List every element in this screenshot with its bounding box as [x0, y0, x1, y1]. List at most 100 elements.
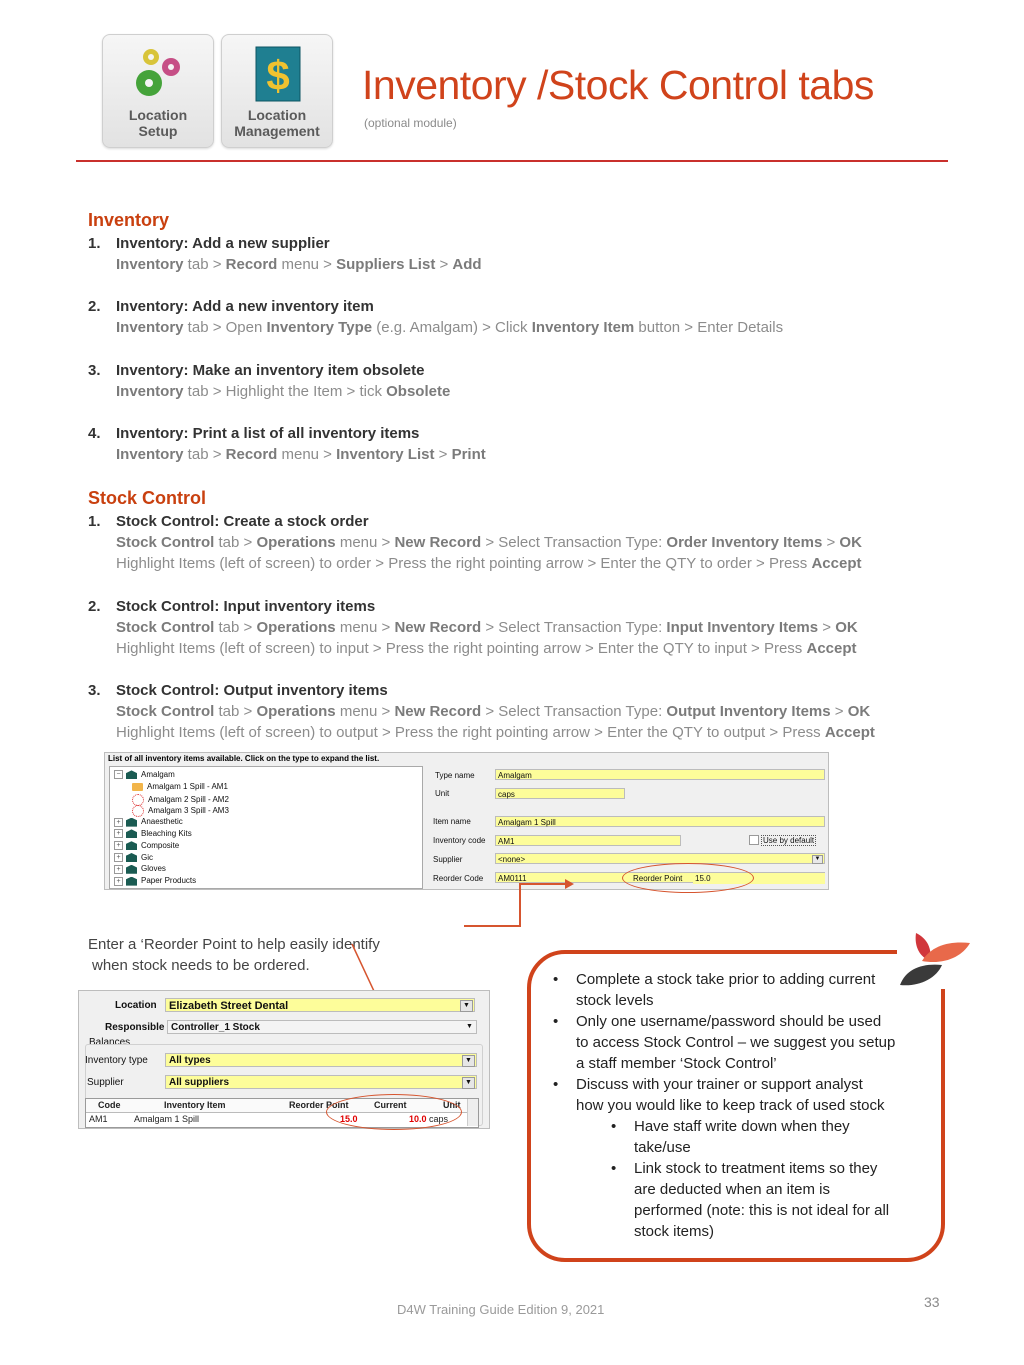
chevron-down-icon[interactable]: ▼ — [464, 1022, 475, 1032]
bullet-icon: • — [553, 971, 559, 988]
item-icon — [132, 793, 144, 806]
path-keyword: Inventory — [116, 256, 184, 273]
chevron-down-icon[interactable]: ▼ — [462, 1055, 475, 1067]
path-text: > — [435, 256, 453, 273]
tree-caption: List of all inventory items available. C… — [108, 754, 380, 763]
path-keyword: Stock Control — [116, 534, 215, 551]
dollar-ledger-icon: $ — [222, 43, 332, 103]
inventory-code-field[interactable]: AM1 — [495, 835, 681, 846]
tree-node[interactable]: + Paper Products — [114, 876, 196, 886]
use-by-default-checkbox[interactable] — [749, 835, 759, 845]
location-management-tile[interactable]: $ Location Management — [221, 34, 333, 148]
arrow-head-icon — [565, 879, 574, 889]
path-keyword: Order Inventory Items — [666, 534, 823, 551]
cell-item: Amalgam 1 Spill — [134, 1114, 200, 1124]
tree-node-label: Gloves — [141, 864, 166, 874]
sub-bullet-text: Have staff write down when they — [634, 1118, 850, 1135]
column-header[interactable]: Inventory Item — [164, 1100, 226, 1110]
inventory-tree[interactable]: − Amalgam Amalgam 1 Spill - AM1 Amalgam 2 S… — [109, 766, 423, 889]
step-number: 3. — [88, 682, 101, 699]
cell-code: AM1 — [89, 1114, 108, 1124]
path-text: > Select Transaction Type: — [481, 618, 667, 636]
item-name-field[interactable]: Amalgam 1 Spill — [495, 816, 825, 827]
bullet-text: Discuss with your trainer or support ana… — [576, 1076, 863, 1093]
supplier-label: Supplier — [433, 855, 463, 864]
tree-node[interactable]: + Gloves — [114, 864, 166, 874]
tree-node-label: Amalgam 2 Spill - AM2 — [148, 794, 229, 804]
tile-label: Management — [234, 123, 320, 139]
note-line: Enter a ‘Reorder Point to help easily id… — [88, 936, 380, 953]
expand-icon[interactable]: + — [114, 817, 123, 827]
bullet-text: Complete a stock take prior to adding cu… — [576, 971, 876, 988]
tree-node[interactable]: Amalgam 2 Spill - AM2 — [132, 793, 229, 806]
category-icon — [126, 864, 137, 874]
path-keyword: New Record — [394, 534, 482, 551]
path-keyword: Stock Control — [116, 618, 215, 636]
unit-label: Unit — [435, 789, 450, 798]
expand-icon[interactable]: + — [114, 876, 123, 886]
tree-node[interactable]: + Anaesthetic — [114, 817, 183, 827]
supplier-select[interactable]: All suppliers ▼ — [165, 1075, 477, 1089]
category-icon — [126, 817, 137, 827]
chevron-down-icon[interactable]: ▼ — [460, 1000, 473, 1012]
step-path: Inventory tab > Record menu > Suppliers … — [116, 254, 482, 275]
tree-node-label: Amalgam — [141, 770, 175, 779]
step-title: Stock Control: Input inventory items — [116, 597, 376, 615]
chevron-down-icon[interactable]: ▼ — [462, 1077, 475, 1089]
path-text: (e.g. Amalgam) > Click — [372, 319, 532, 337]
step-path: Highlight Items (left of screen) to inpu… — [116, 638, 857, 659]
expand-icon[interactable]: + — [114, 852, 123, 862]
category-icon — [126, 770, 137, 780]
location-setup-tile[interactable]: Location Setup — [102, 34, 214, 148]
bullet-text: how you would like to keep track of used… — [576, 1097, 885, 1114]
path-keyword: New Record — [394, 618, 482, 636]
table-scrollbar[interactable] — [467, 1099, 478, 1126]
collapse-icon[interactable]: − — [114, 770, 123, 780]
chevron-down-icon[interactable]: ▼ — [812, 855, 823, 864]
tree-node[interactable]: + Bleaching Kits — [114, 829, 192, 839]
responsible-value: Controller_1 Stock — [171, 1022, 260, 1033]
type-name-field[interactable]: Amalgam — [495, 769, 825, 780]
bullet-text: stock levels — [576, 992, 654, 1009]
inventory-type-value: All types — [169, 1055, 211, 1066]
gears-icon — [103, 43, 213, 103]
inventory-code-label: Inventory code — [433, 836, 486, 845]
tree-node[interactable]: Amalgam 3 Spill - AM3 — [132, 805, 229, 818]
step-title: Inventory: Make an inventory item obsole… — [116, 361, 425, 379]
unit-field[interactable]: caps — [495, 788, 625, 799]
item-form: Type name Amalgam Unit caps Item name Am… — [427, 763, 825, 887]
tile-label: Setup — [138, 123, 178, 139]
tree-node[interactable]: + Composite — [114, 841, 179, 851]
path-text: > — [822, 534, 840, 551]
path-text: tab > Highlight the Item > tick — [183, 382, 387, 400]
location-select[interactable]: Elizabeth Street Dental ▼ — [165, 998, 475, 1012]
path-text: tab > Open — [183, 319, 267, 337]
path-keyword: Operations — [256, 534, 336, 551]
sub-bullet-text: stock items) — [634, 1223, 715, 1240]
stock-control-heading: Stock Control — [88, 488, 207, 508]
tree-node[interactable]: − Amalgam — [114, 770, 175, 780]
path-text: Highlight Items (left of screen) to orde… — [116, 555, 812, 572]
note-line: when stock needs to be ordered. — [92, 957, 310, 974]
path-keyword: Inventory — [116, 382, 184, 400]
responsible-select[interactable]: Controller_1 Stock ▼ — [167, 1020, 477, 1034]
path-text: menu > — [335, 534, 395, 551]
path-text: tab > — [214, 618, 257, 636]
responsible-label: Responsible — [105, 1022, 165, 1033]
expand-icon[interactable]: + — [114, 829, 123, 839]
expand-icon[interactable]: + — [114, 864, 123, 874]
inventory-type-select[interactable]: All types ▼ — [165, 1053, 477, 1067]
step-path: Stock Control tab > Operations menu > Ne… — [116, 701, 870, 722]
connector-line — [519, 883, 521, 926]
tree-node[interactable]: + Gic — [114, 853, 153, 862]
path-keyword: Inventory — [116, 319, 184, 337]
column-header[interactable]: Code — [98, 1100, 121, 1110]
sub-bullet-text: Link stock to treatment items so they — [634, 1160, 878, 1177]
expand-icon[interactable]: + — [114, 841, 123, 851]
item-icon — [132, 805, 144, 818]
category-icon — [126, 876, 137, 886]
tree-node[interactable]: Amalgam 1 Spill - AM1 — [132, 782, 228, 791]
step-number: 1. — [88, 235, 101, 252]
step-title: Stock Control: Output inventory items — [116, 682, 388, 699]
supplier-select[interactable]: <none> ▼ — [495, 853, 825, 864]
